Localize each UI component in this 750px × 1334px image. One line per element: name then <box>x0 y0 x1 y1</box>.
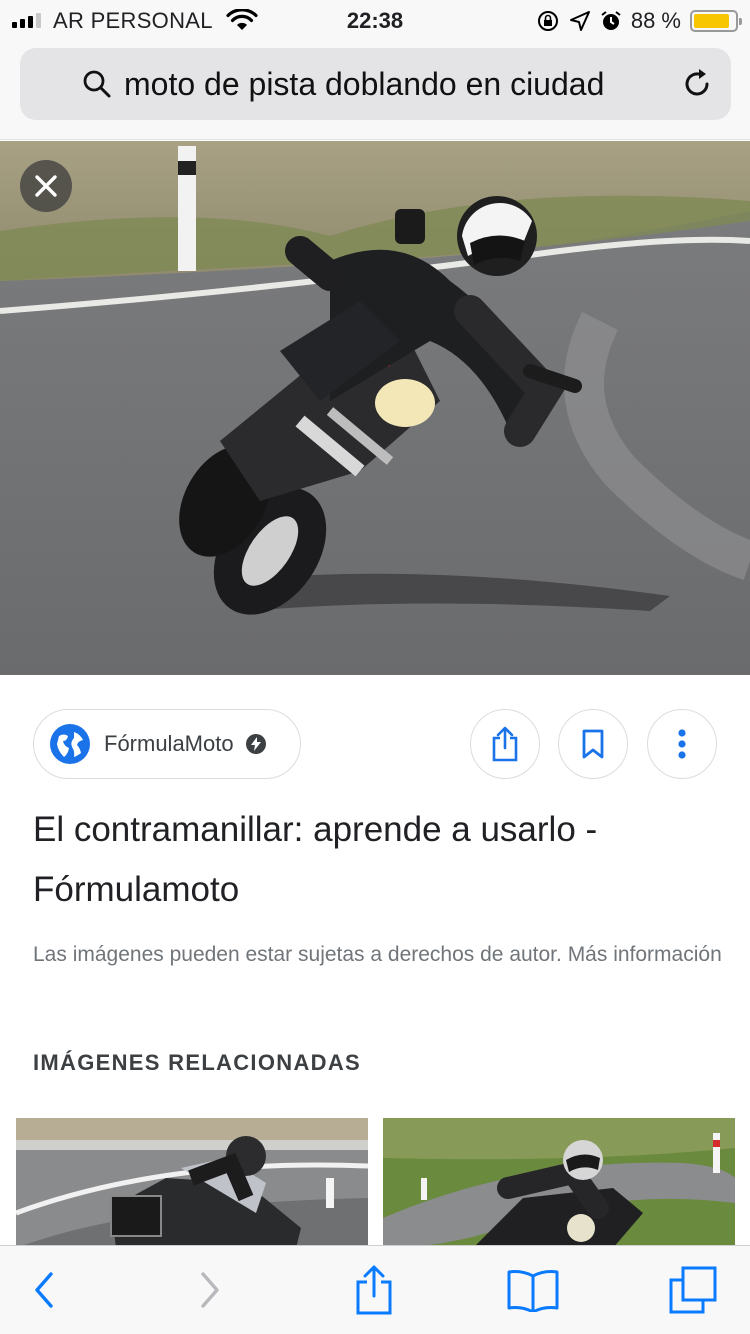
more-options-button[interactable] <box>647 709 717 779</box>
battery-fill <box>694 14 730 28</box>
share-button[interactable] <box>470 709 540 779</box>
battery-icon <box>690 10 742 32</box>
search-icon <box>83 70 111 98</box>
related-photo-naked-bike <box>383 1118 735 1248</box>
status-right-group: 88 % <box>536 8 742 34</box>
tabs-button[interactable] <box>663 1262 723 1318</box>
alarm-icon <box>601 11 621 30</box>
bookmarks-button[interactable] <box>503 1262 563 1318</box>
bookmark-button[interactable] <box>558 709 628 779</box>
browser-top-chrome: AR PERSONAL 22:38 88 % moto de pista dob… <box>0 0 750 140</box>
source-name: FórmulaMoto <box>104 731 234 756</box>
share-icon <box>492 726 518 762</box>
back-icon <box>35 1272 53 1308</box>
battery-percent: 88 % <box>630 8 681 33</box>
reload-icon[interactable] <box>679 66 715 102</box>
amp-bolt-icon <box>245 734 266 754</box>
status-bar: AR PERSONAL 22:38 88 % <box>0 0 750 40</box>
bookmarks-icon <box>507 1270 559 1312</box>
back-button[interactable] <box>14 1262 74 1318</box>
browser-toolbar <box>0 1245 750 1334</box>
forward-icon <box>201 1272 219 1308</box>
main-image[interactable] <box>0 141 750 675</box>
copyright-notice: Las imágenes pueden estar sujetas a dere… <box>33 943 722 966</box>
screen-lock-icon <box>537 11 558 31</box>
toolbar-share-button[interactable] <box>344 1262 404 1318</box>
address-text[interactable]: moto de pista doblando en ciudad <box>124 66 604 103</box>
related-photo-adventure-bike <box>16 1118 368 1248</box>
image-title[interactable]: El contramanillar: aprende a usarlo - Fó… <box>33 800 723 920</box>
motorcycle-cornering-photo <box>0 141 750 675</box>
more-vert-icon <box>678 729 686 759</box>
close-icon <box>35 175 57 197</box>
related-image-2[interactable] <box>383 1118 735 1248</box>
address-bar[interactable]: moto de pista doblando en ciudad <box>20 48 731 120</box>
bookmark-icon <box>582 729 604 759</box>
globe-icon <box>50 724 90 764</box>
forward-button[interactable] <box>180 1262 240 1318</box>
source-chip[interactable]: FórmulaMoto <box>33 709 301 779</box>
share-icon <box>356 1265 392 1315</box>
related-images-heading: IMÁGENES RELACIONADAS <box>33 1050 361 1075</box>
related-image-1[interactable] <box>16 1118 368 1248</box>
tabs-icon <box>669 1266 717 1314</box>
close-button[interactable] <box>20 160 72 212</box>
location-icon <box>569 11 590 31</box>
